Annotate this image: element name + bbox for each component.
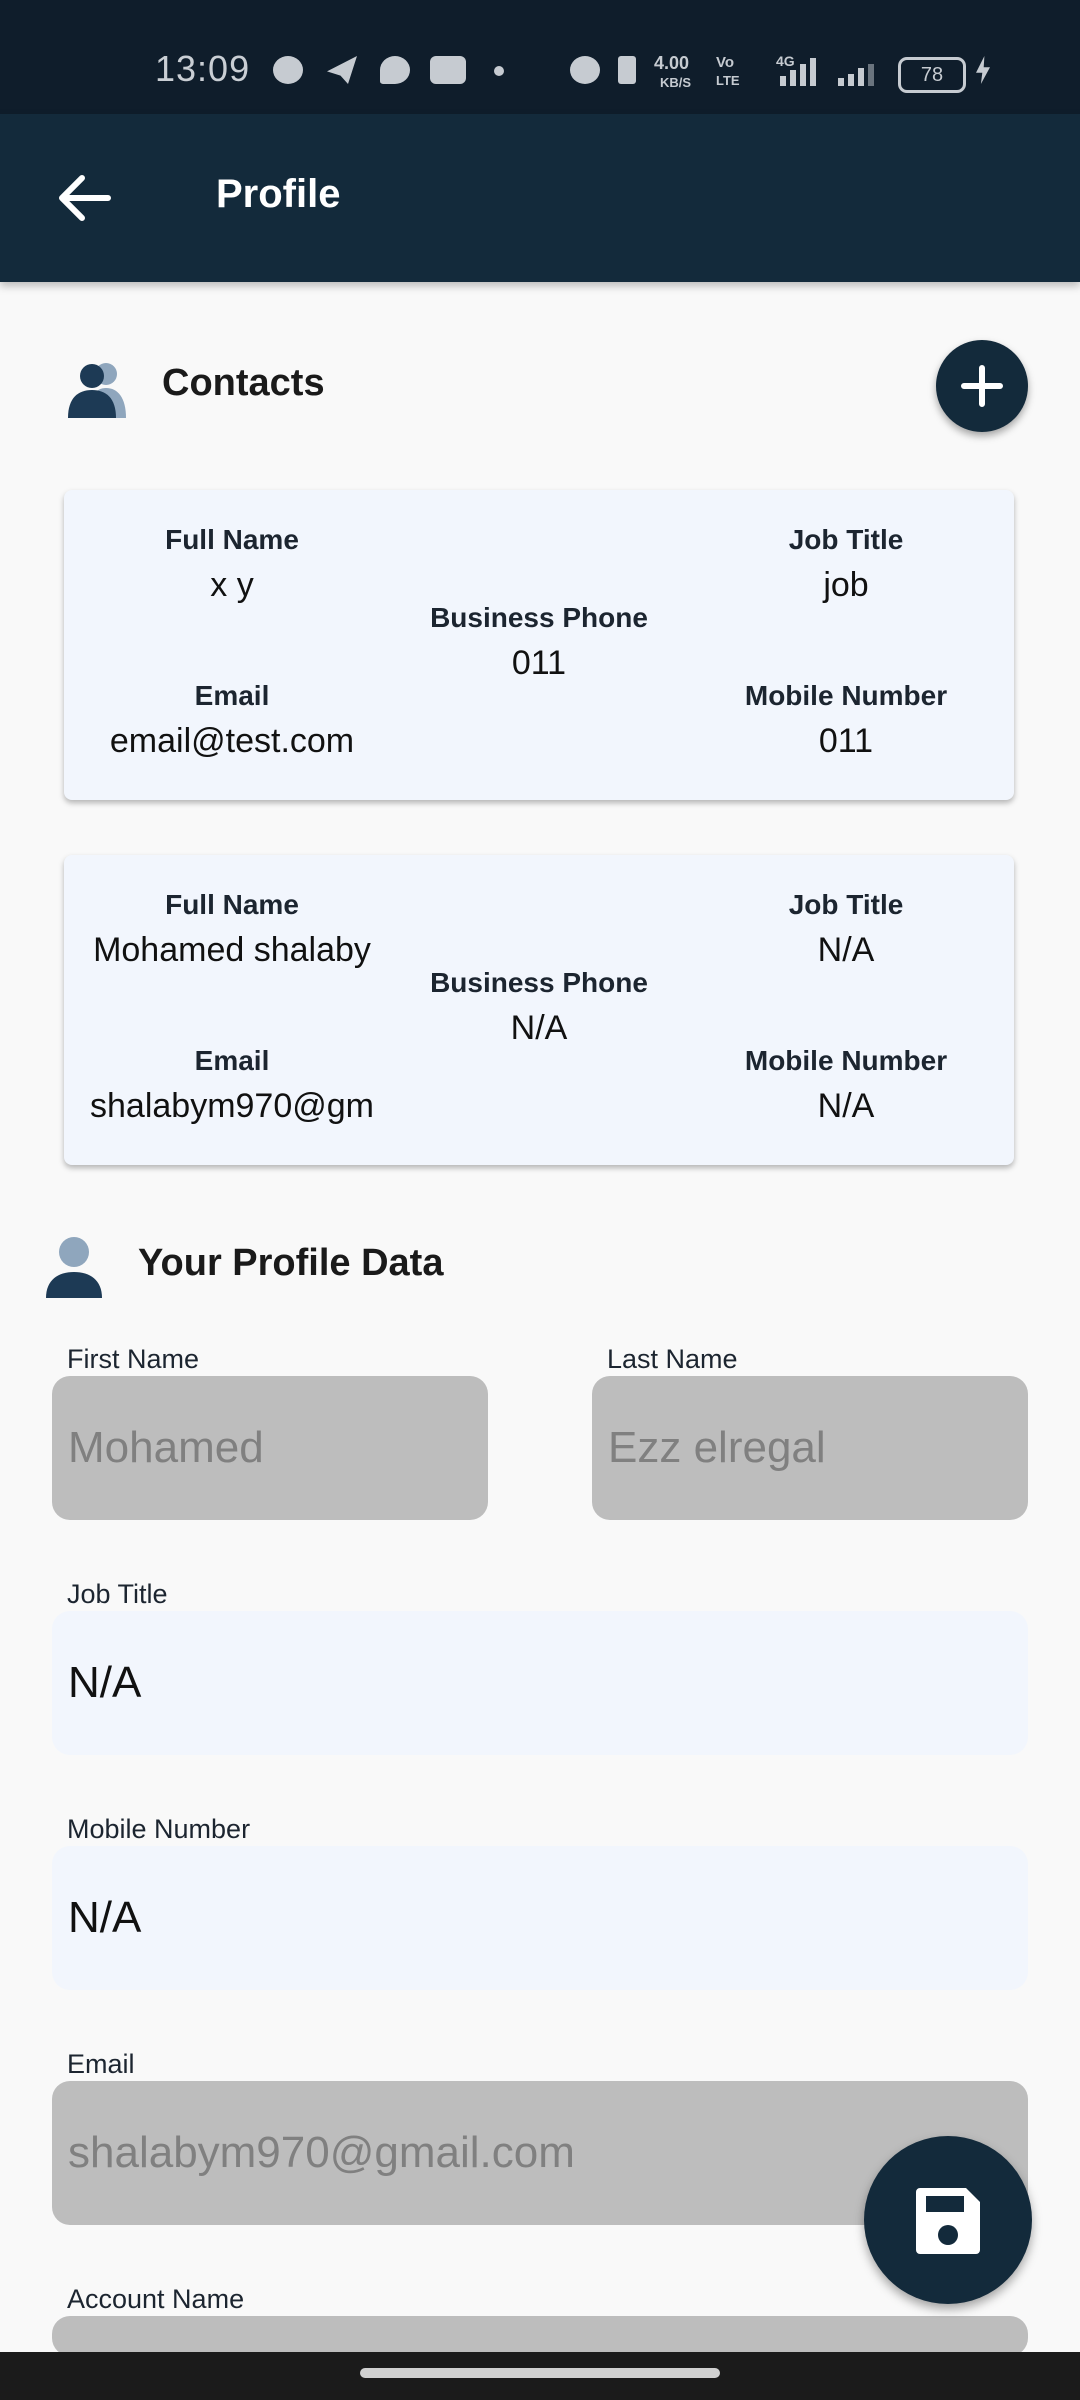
charging-icon bbox=[976, 56, 990, 84]
email-label: Email bbox=[67, 2049, 135, 2079]
account-name-field bbox=[52, 2316, 1028, 2356]
notification-dot-icon bbox=[494, 66, 504, 76]
job-title-value: job bbox=[823, 566, 869, 604]
status-time: 13:09 bbox=[155, 48, 251, 89]
save-icon bbox=[916, 2188, 980, 2254]
business-phone-label: Business Phone bbox=[430, 967, 648, 998]
mobile-number-label: Mobile Number bbox=[744, 680, 948, 711]
contact-mobile-number: Mobile Number N/A bbox=[678, 1045, 1014, 1126]
profile-section-title: Your Profile Data bbox=[138, 1242, 444, 1284]
app-bar bbox=[0, 114, 1080, 282]
battery-icon: 78 bbox=[898, 57, 966, 93]
contact-email: Email email@test.com bbox=[64, 680, 400, 761]
bluetooth-icon bbox=[618, 56, 636, 84]
person-icon bbox=[44, 1236, 104, 1298]
mobile-number-label: Mobile Number bbox=[67, 1814, 251, 1844]
volte-bottom: LTE bbox=[716, 73, 740, 88]
last-name-field: Ezz elregal bbox=[592, 1376, 1028, 1520]
account-name-label: Account Name bbox=[67, 2284, 245, 2314]
mobile-number-value: N/A bbox=[817, 1087, 875, 1125]
signal-icon bbox=[780, 58, 822, 86]
email-label: Email bbox=[194, 680, 270, 711]
contacts-icon bbox=[66, 356, 128, 418]
job-title-label: Job Title bbox=[788, 524, 904, 555]
contact-email: Email shalabym970@gm bbox=[64, 1045, 400, 1126]
job-title-value: N/A bbox=[817, 931, 875, 969]
contact-full-name: Full Name x y bbox=[64, 524, 400, 605]
job-title-input[interactable]: N/A bbox=[52, 1611, 1028, 1755]
status-bar: 13:09 4.00 KB/S Vo LTE 4G 78 bbox=[0, 0, 1080, 114]
mobile-number-input[interactable]: N/A bbox=[52, 1846, 1028, 1990]
net-speed-value: 4.00 bbox=[654, 53, 690, 73]
telegram-icon bbox=[327, 56, 357, 84]
email-value: email@test.com bbox=[109, 722, 355, 760]
back-button[interactable] bbox=[48, 162, 120, 234]
contact-mobile-number: Mobile Number 011 bbox=[678, 680, 1014, 761]
mobile-number-value: 011 bbox=[818, 722, 874, 760]
contact-full-name: Full Name Mohamed shalaby bbox=[64, 889, 400, 970]
contact-job-title: Job Title N/A bbox=[678, 889, 1014, 970]
last-name-label: Last Name bbox=[607, 1344, 738, 1374]
net-speed-unit: KB/S bbox=[660, 75, 692, 90]
alarm-icon bbox=[570, 56, 600, 84]
email-label: Email bbox=[194, 1045, 270, 1076]
business-phone-label: Business Phone bbox=[430, 602, 648, 633]
contact-job-title: Job Title job bbox=[678, 524, 1014, 605]
job-title-label: Job Title bbox=[67, 1579, 168, 1609]
full-name-value: x y bbox=[210, 566, 254, 604]
whatsapp-icon bbox=[273, 56, 303, 84]
volte-top: Vo bbox=[716, 54, 735, 71]
save-button[interactable] bbox=[864, 2136, 1032, 2304]
email-value: shalabym970@gm bbox=[90, 1087, 374, 1125]
contacts-section-title: Contacts bbox=[162, 362, 325, 404]
contact-business-phone: Business Phone N/A bbox=[400, 967, 678, 1048]
chat-icon bbox=[380, 56, 410, 84]
arrow-left-icon bbox=[59, 175, 111, 221]
home-gesture-handle[interactable] bbox=[360, 2368, 720, 2378]
mobile-number-label: Mobile Number bbox=[744, 1045, 948, 1076]
first-name-label: First Name bbox=[67, 1344, 200, 1374]
full-name-label: Full Name bbox=[165, 524, 299, 555]
add-contact-button[interactable] bbox=[936, 340, 1028, 432]
signal-2-icon bbox=[838, 58, 880, 86]
contact-card[interactable]: Full Name x y Job Title job Business Pho… bbox=[64, 490, 1014, 800]
contact-card[interactable]: Full Name Mohamed shalaby Job Title N/A … bbox=[64, 855, 1014, 1165]
full-name-value: Mohamed shalaby bbox=[93, 931, 371, 969]
youtube-icon bbox=[430, 56, 466, 84]
plus-icon bbox=[961, 365, 1003, 407]
first-name-field: Mohamed bbox=[52, 1376, 488, 1520]
job-title-label: Job Title bbox=[788, 889, 904, 920]
page-title: Profile bbox=[216, 172, 341, 216]
business-phone-value: N/A bbox=[510, 1009, 568, 1047]
business-phone-value: 011 bbox=[511, 644, 567, 682]
contact-business-phone: Business Phone 011 bbox=[400, 602, 678, 683]
full-name-label: Full Name bbox=[165, 889, 299, 920]
